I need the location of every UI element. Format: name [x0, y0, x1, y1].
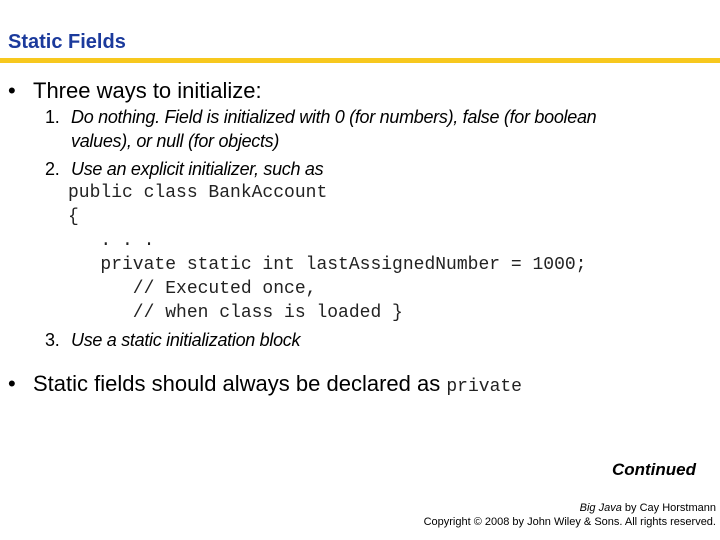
- list-item-2: 2. Use an explicit initializer, such as: [45, 159, 324, 180]
- slide-title: Static Fields: [8, 31, 126, 53]
- inline-code: private: [446, 377, 522, 397]
- book-title: Big Java: [579, 502, 622, 514]
- bullet-icon: •: [8, 78, 16, 103]
- bullet-private: • Static fields should always be declared…: [8, 371, 522, 397]
- code-line: private static int lastAssignedNumber = …: [68, 255, 587, 275]
- list-number: 1.: [45, 107, 60, 127]
- list-item-text: Use a static initialization block: [71, 330, 301, 350]
- list-item-1-continuation: values), or null (for objects): [71, 131, 280, 151]
- copyright-notice: Copyright © 2008 by John Wiley & Sons. A…: [423, 516, 716, 528]
- list-item-1: 1. Do nothing. Field is initialized with …: [45, 107, 597, 128]
- book-author: by Cay Horstmann: [621, 502, 716, 514]
- list-number: 2.: [45, 159, 60, 179]
- list-item-text: Do nothing. Field is initialized with 0 …: [71, 107, 597, 127]
- list-item-text: Use an explicit initializer, such as: [71, 159, 324, 179]
- title-underline-divider: [0, 58, 720, 63]
- list-item-3: 3. Use a static initialization block: [45, 330, 301, 351]
- code-line: {: [68, 207, 79, 227]
- code-line: . . .: [68, 231, 155, 251]
- bullet-initialize: • Three ways to initialize:: [8, 78, 262, 104]
- code-line: // when class is loaded }: [68, 303, 403, 323]
- bullet-icon: •: [8, 371, 16, 396]
- list-number: 3.: [45, 330, 60, 350]
- bullet-text: Static fields should always be declared …: [33, 371, 441, 396]
- code-line: public class BankAccount: [68, 183, 328, 203]
- continued-label: Continued: [611, 460, 696, 479]
- code-line: // Executed once,: [68, 279, 317, 299]
- bullet-text: Three ways to initialize:: [33, 78, 262, 103]
- book-credit: Big Java by Cay Horstmann: [580, 502, 716, 514]
